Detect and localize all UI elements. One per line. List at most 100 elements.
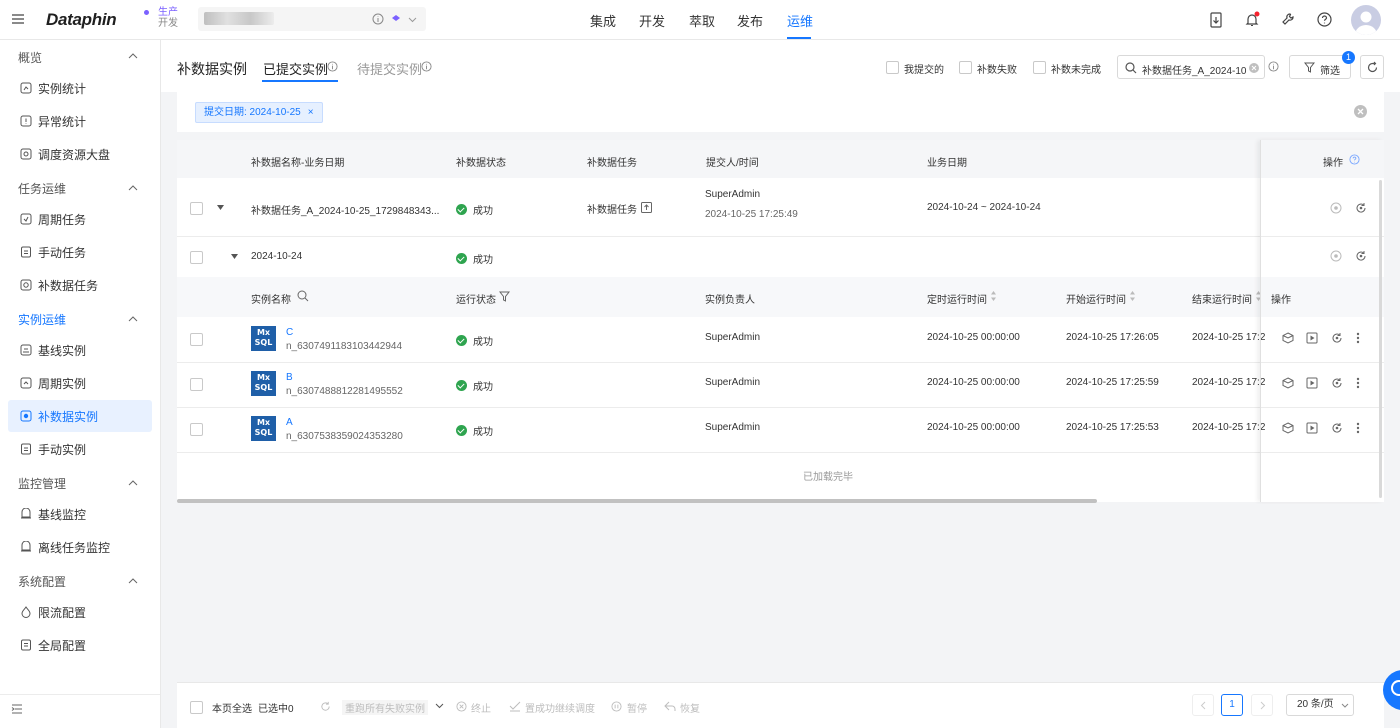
- set-success-button[interactable]: 置成功继续调度: [525, 700, 595, 715]
- tab-pending[interactable]: 待提交实例: [357, 59, 422, 78]
- horizontal-scrollbar[interactable]: [177, 499, 1097, 503]
- instance-name[interactable]: C: [286, 327, 293, 338]
- clear-all-icon[interactable]: [1354, 105, 1367, 118]
- project-selector[interactable]: [198, 7, 426, 31]
- sidebar-item-global-config[interactable]: 全局配置: [8, 629, 152, 661]
- next-page-button[interactable]: [1251, 694, 1273, 716]
- sort-icon[interactable]: [990, 291, 997, 301]
- app-logo[interactable]: Dataphin: [46, 10, 117, 30]
- nav-extract[interactable]: 萃取: [689, 0, 715, 40]
- sidebar-group-overview[interactable]: 概览: [18, 49, 42, 66]
- refresh-button[interactable]: [1360, 55, 1384, 79]
- sidebar-item-manual-task[interactable]: 手动任务: [8, 236, 152, 268]
- sidebar-item-exception-stats[interactable]: 异常统计: [8, 105, 152, 137]
- backfill-unfinished-checkbox[interactable]: [1033, 61, 1046, 74]
- caret-down-icon[interactable]: [217, 205, 224, 210]
- sidebar-item-periodic-instance[interactable]: 周期实例: [8, 367, 152, 399]
- resume-icon[interactable]: [664, 701, 676, 712]
- rerun-icon[interactable]: [1331, 377, 1343, 389]
- row-checkbox[interactable]: [190, 202, 203, 215]
- nav-ops[interactable]: 运维: [787, 0, 813, 40]
- prev-page-button[interactable]: [1192, 694, 1214, 716]
- backfill-unfinished-label: 补数未完成: [1051, 65, 1101, 76]
- dependency-icon[interactable]: [1282, 422, 1294, 434]
- page-1-button[interactable]: 1: [1221, 694, 1243, 716]
- pause-icon[interactable]: [611, 701, 622, 712]
- row-checkbox[interactable]: [190, 251, 203, 264]
- avatar[interactable]: [1351, 5, 1381, 35]
- search-input[interactable]: 补数据任务_A_2024-10: [1117, 55, 1265, 79]
- backfill-task[interactable]: 补数据任务: [587, 201, 637, 216]
- sort-icon[interactable]: [1129, 291, 1136, 301]
- tab-submitted[interactable]: 已提交实例: [263, 59, 328, 78]
- chevron-up-icon[interactable]: [128, 479, 138, 486]
- sidebar-item-backfill-task[interactable]: 补数据任务: [8, 269, 152, 301]
- sidebar-group-system-config[interactable]: 系统配置: [18, 573, 66, 590]
- dependency-icon[interactable]: [1282, 332, 1294, 344]
- nav-publish[interactable]: 发布: [737, 0, 763, 40]
- sidebar-group-monitoring[interactable]: 监控管理: [18, 475, 66, 492]
- close-icon[interactable]: ×: [308, 107, 314, 118]
- collapse-sidebar-icon[interactable]: [11, 703, 23, 715]
- backfill-failed-checkbox[interactable]: [959, 61, 972, 74]
- instance-name[interactable]: A: [286, 417, 293, 428]
- chevron-up-icon[interactable]: [128, 52, 138, 59]
- sidebar-group-task-ops[interactable]: 任务运维: [18, 180, 66, 197]
- instance-name[interactable]: B: [286, 372, 293, 383]
- sidebar-item-baseline-instance[interactable]: 基线实例: [8, 334, 152, 366]
- wrench-icon[interactable]: [1281, 12, 1296, 27]
- sidebar-item-resource-dashboard[interactable]: 调度资源大盘: [8, 138, 152, 170]
- sidebar-item-baseline-monitor[interactable]: 基线监控: [8, 498, 152, 530]
- my-submitted-checkbox[interactable]: [886, 61, 899, 74]
- vertical-scrollbar[interactable]: [1379, 180, 1382, 498]
- help-icon[interactable]: [1317, 12, 1332, 27]
- sidebar-item-backfill-instance[interactable]: 补数据实例: [8, 400, 152, 432]
- nav-integration[interactable]: 集成: [590, 0, 616, 40]
- sidebar-item-offline-monitor[interactable]: 离线任务监控: [8, 531, 152, 563]
- row-checkbox[interactable]: [190, 378, 203, 391]
- backfill-name[interactable]: 补数据任务_A_2024-10-25_1729848343...: [251, 202, 439, 217]
- dependency-icon[interactable]: [1282, 377, 1294, 389]
- select-all-checkbox[interactable]: [190, 701, 203, 714]
- sidebar-group-instance-ops[interactable]: 实例运维: [18, 311, 66, 328]
- check-icon[interactable]: [509, 701, 521, 712]
- row-checkbox[interactable]: [190, 423, 203, 436]
- row-checkbox[interactable]: [190, 333, 203, 346]
- log-icon[interactable]: [1306, 332, 1318, 344]
- sidebar-item-instance-stats[interactable]: 实例统计: [8, 72, 152, 104]
- page-size-select[interactable]: 20 条/页: [1286, 694, 1354, 716]
- chevron-down-icon: [1341, 703, 1349, 708]
- stop-icon[interactable]: [456, 701, 467, 712]
- more-icon[interactable]: [1356, 422, 1360, 434]
- assistant-float-button[interactable]: [1383, 670, 1400, 710]
- sidebar-item-throttle-config[interactable]: 限流配置: [8, 596, 152, 628]
- log-icon[interactable]: [1306, 422, 1318, 434]
- stop-button[interactable]: 终止: [471, 700, 491, 715]
- rerun-icon[interactable]: [1331, 422, 1343, 434]
- download-icon[interactable]: [1209, 12, 1223, 28]
- search-icon[interactable]: [297, 290, 309, 302]
- rerun-icon[interactable]: [1331, 332, 1343, 344]
- nav-develop[interactable]: 开发: [639, 0, 665, 40]
- log-icon[interactable]: [1306, 377, 1318, 389]
- success-icon: [456, 380, 467, 391]
- pause-button[interactable]: 暂停: [627, 700, 647, 715]
- biz-date-range: 2024-10-24 ~ 2024-10-24: [927, 202, 1041, 213]
- caret-down-icon[interactable]: [231, 254, 238, 259]
- resume-button[interactable]: 恢复: [680, 700, 700, 715]
- filter-icon[interactable]: [499, 291, 510, 302]
- chevron-up-icon[interactable]: [128, 184, 138, 191]
- more-icon[interactable]: [1356, 332, 1360, 344]
- bell-icon[interactable]: [1245, 11, 1261, 28]
- mxsql-top: Mx: [256, 373, 271, 382]
- chevron-up-icon[interactable]: [128, 577, 138, 584]
- chevron-up-icon[interactable]: [128, 315, 138, 322]
- open-task-icon[interactable]: [641, 202, 652, 213]
- filter-tag-text: 提交日期: 2024-10-25: [204, 107, 301, 118]
- clear-icon[interactable]: [1249, 63, 1259, 73]
- more-icon[interactable]: [1356, 377, 1360, 389]
- menu-icon[interactable]: [11, 12, 25, 26]
- rerun-failed-button[interactable]: 重跑所有失败实例: [320, 697, 448, 717]
- sidebar-item-manual-instance[interactable]: 手动实例: [8, 433, 152, 465]
- sidebar-item-periodic-task[interactable]: 周期任务: [8, 203, 152, 235]
